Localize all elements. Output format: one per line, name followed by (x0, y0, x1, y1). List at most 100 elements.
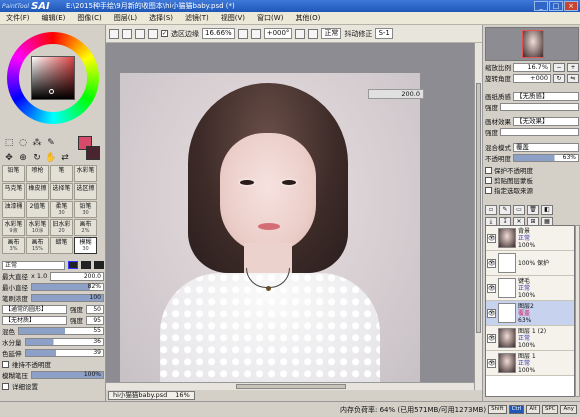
brush-slot[interactable]: 选区擦 (74, 183, 97, 200)
blend-select[interactable]: 正常 (321, 28, 342, 39)
menu-file[interactable]: 文件(F) (0, 13, 36, 23)
move-icon[interactable]: ✥ (3, 153, 15, 164)
keep-opacity-checkbox[interactable] (2, 360, 9, 368)
brush-slot[interactable]: 油漆桶 (2, 201, 25, 218)
new-folder-icon[interactable]: ▭ (513, 205, 525, 215)
deselect-icon[interactable] (135, 28, 145, 39)
menu-select[interactable]: 选择(S) (143, 13, 179, 23)
density-slider[interactable]: 100 (31, 294, 104, 302)
nav-zoom-minus-icon[interactable]: − (553, 62, 565, 72)
minimize-button[interactable]: _ (534, 1, 548, 11)
undo-icon[interactable] (109, 28, 119, 39)
layer-row[interactable]: 👁 键毛 正常 100% (486, 276, 574, 301)
canvas-artwork[interactable] (120, 73, 420, 383)
persistence-slider[interactable]: 39 (24, 349, 104, 357)
nav-rotate-icon[interactable]: ↻ (553, 73, 565, 83)
layer-mask-icon[interactable]: ◧ (541, 205, 553, 215)
brush-slot[interactable]: 旧水彩 20 (50, 219, 73, 236)
selection-source-checkbox[interactable] (485, 186, 492, 194)
redo-icon[interactable] (122, 28, 132, 39)
visibility-icon[interactable]: 👁 (487, 333, 496, 343)
brush-slot[interactable]: 画布 15% (26, 237, 49, 254)
navigator-thumbnail[interactable] (522, 30, 544, 58)
paper-texture-select[interactable]: 【无质感】 (513, 91, 579, 101)
brush-slot[interactable]: 喷枪 (26, 165, 49, 182)
maximize-button[interactable]: □ (549, 1, 563, 11)
layer-row[interactable]: 👁 背景 正常 100% (486, 226, 574, 251)
menu-edit[interactable]: 编辑(E) (36, 13, 72, 23)
layer-row[interactable]: 👁 图层 1 正常 100% (486, 351, 574, 376)
document-tab[interactable]: hi小猫猫baby.psd 16% (108, 391, 195, 400)
eyedropper-icon[interactable]: ✎ (45, 138, 57, 149)
zoom-in-icon[interactable] (250, 28, 261, 39)
canvas-area[interactable]: 200.0 (106, 43, 482, 390)
paper-effect-strength[interactable] (500, 128, 579, 136)
visibility-icon[interactable]: 👁 (487, 258, 496, 268)
brush-texture-select[interactable]: 【无材质】 (2, 315, 67, 325)
visibility-icon[interactable]: 👁 (487, 283, 496, 293)
brush-shape-select[interactable]: 【通常的圆形】 (2, 304, 67, 314)
blend-slider[interactable]: 55 (18, 327, 104, 335)
color-wheel[interactable] (4, 29, 102, 127)
flip-icon[interactable] (308, 28, 319, 39)
swap-colors-icon[interactable]: ⇄ (59, 153, 71, 164)
brush-slot[interactable]: 水彩笔 9液 (2, 219, 25, 236)
nav-zoom-plus-icon[interactable]: + (567, 62, 579, 72)
magic-wand-icon[interactable]: ⁂ (31, 138, 43, 149)
brush-slot[interactable]: 画布 2% (74, 219, 97, 236)
layer-list-scrollbar[interactable] (575, 225, 580, 397)
min-size-slider[interactable]: 82% (31, 283, 104, 291)
rotation-field[interactable]: +000° (263, 28, 293, 39)
layer-row[interactable]: 👁 100% 保护 (486, 251, 574, 276)
brush-slot[interactable]: 橡皮擦 (26, 183, 49, 200)
brush-slot[interactable]: 2值笔 (26, 201, 49, 218)
zoom-icon[interactable]: ⊕ (17, 153, 29, 164)
secondary-color-swatch[interactable] (86, 146, 100, 160)
tip-hard-icon[interactable] (68, 261, 78, 269)
menu-filter[interactable]: 滤镜(T) (179, 13, 215, 23)
nav-flip-icon[interactable]: ⇋ (567, 73, 579, 83)
nav-angle-value[interactable]: +000 (513, 73, 551, 83)
vertical-scrollbar[interactable] (474, 43, 482, 390)
visibility-icon[interactable]: 👁 (487, 233, 496, 243)
close-button[interactable]: × (564, 1, 578, 11)
brush-slot[interactable]: 画布 3% (2, 237, 25, 254)
protect-opacity-checkbox[interactable] (485, 166, 492, 174)
brush-mode-select[interactable]: 正常 (2, 260, 65, 270)
brush-slot[interactable]: 铅笔 (2, 165, 25, 182)
brush-slot[interactable]: 蜡笔 (50, 237, 73, 254)
tip-flat-icon[interactable] (94, 261, 104, 269)
brush-slot[interactable]: 选择笔 (50, 183, 73, 200)
brush-slot[interactable]: 铅笔 30 (74, 201, 97, 218)
stabilizer-select[interactable]: S-1 (375, 28, 393, 39)
brush-slot[interactable]: 马克笔 (2, 183, 25, 200)
detail-settings-checkbox[interactable] (2, 382, 9, 390)
brush-slot[interactable]: 水彩笔 (74, 165, 97, 182)
menu-layer[interactable]: 图层(L) (108, 13, 143, 23)
layer-row[interactable]: 👁 图层 1 (2) 正常 100% (486, 326, 574, 351)
tip-soft-icon[interactable] (81, 261, 91, 269)
menu-other[interactable]: 其他(O) (289, 13, 326, 23)
menu-view[interactable]: 视图(V) (215, 13, 251, 23)
zoom-field[interactable]: 16.66% (202, 28, 235, 39)
zoom-out-icon[interactable] (237, 28, 248, 39)
brush-slot[interactable]: 水彩笔 10涂 (26, 219, 49, 236)
horizontal-scrollbar[interactable] (106, 382, 474, 390)
blend-mode-select[interactable]: 覆盖 (513, 142, 579, 152)
brush-slot[interactable]: 笔 (50, 165, 73, 182)
layer-row-selected[interactable]: 👁 图层2 覆盖 63% (486, 301, 574, 326)
selection-edge-checkbox[interactable]: ✓ (161, 30, 168, 37)
visibility-icon[interactable]: 👁 (487, 308, 496, 318)
menu-window[interactable]: 窗口(W) (251, 13, 289, 23)
max-size-value[interactable]: 200.0 (50, 271, 104, 281)
color-cursor[interactable] (49, 89, 54, 94)
navigator[interactable] (485, 27, 579, 61)
nav-zoom-value[interactable]: 16.7% (513, 62, 551, 72)
rotate-view-icon[interactable]: ↻ (31, 153, 43, 164)
shape-strength-value[interactable]: 50 (86, 304, 104, 314)
blur-pressure-slider[interactable]: 100% (31, 371, 104, 379)
menu-image[interactable]: 图像(C) (71, 13, 107, 23)
invert-icon[interactable] (148, 28, 158, 39)
dilution-slider[interactable]: 36 (24, 338, 104, 346)
delete-layer-icon[interactable]: 🗑 (527, 205, 539, 215)
